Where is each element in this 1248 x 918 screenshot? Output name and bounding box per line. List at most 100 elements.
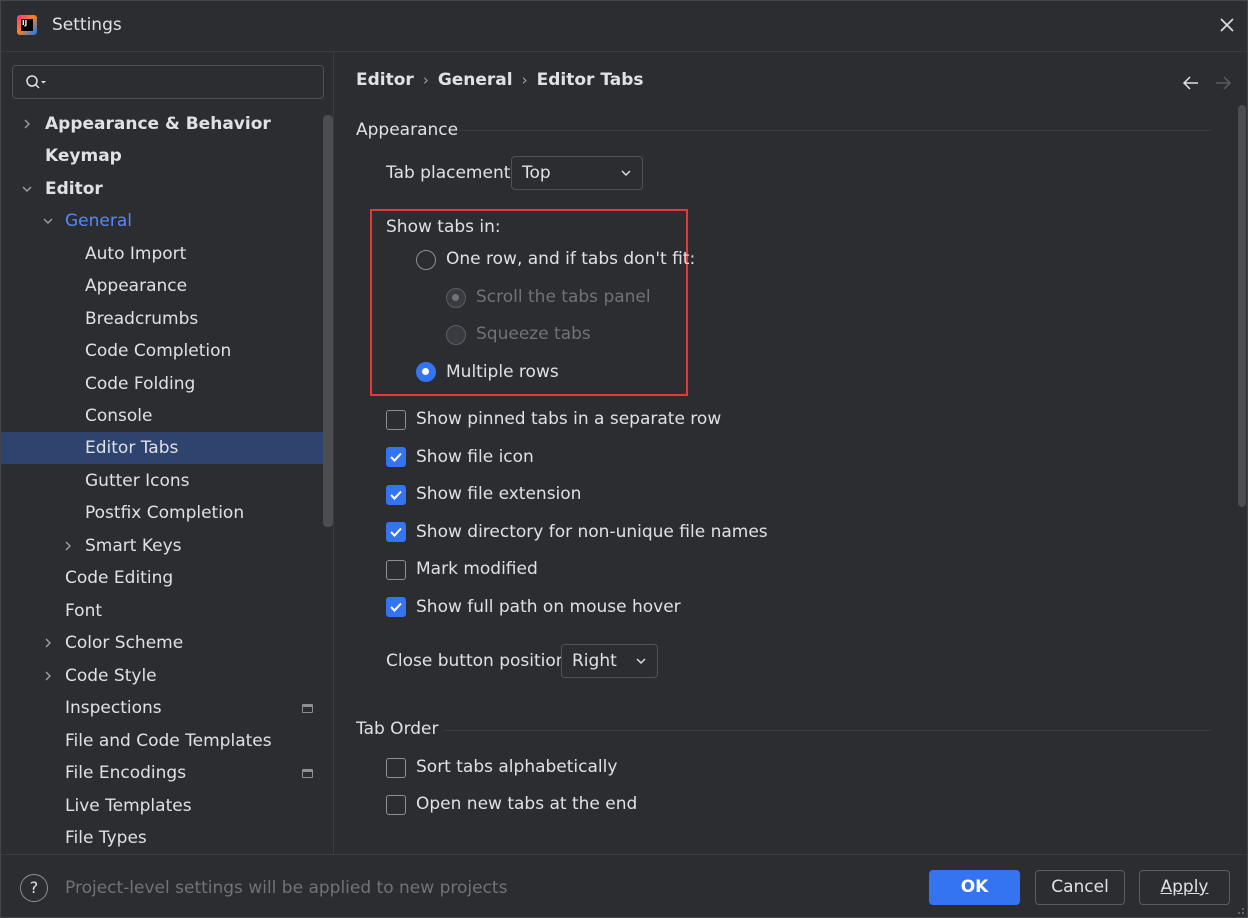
settings-tree: Appearance & Behavior Keymap Editor Gene… [1, 107, 333, 853]
tree-scrollbar[interactable] [323, 115, 333, 527]
tree-item-code-completion[interactable]: Code Completion [1, 335, 333, 367]
tree-item-label: Code Folding [85, 374, 196, 394]
appearance-section-title: Appearance [356, 120, 459, 140]
chevron-down-icon[interactable] [42, 215, 54, 227]
back-arrow-icon[interactable] [1182, 75, 1200, 91]
checkbox-label[interactable]: Sort tabs alphabetically [416, 757, 617, 777]
breadcrumb-item[interactable]: General [438, 70, 513, 90]
chevron-down-icon [621, 170, 631, 176]
chevron-right-icon[interactable] [42, 637, 54, 649]
tree-item-keymap[interactable]: Keymap [1, 140, 333, 172]
tree-item-label: Inspections [65, 698, 162, 718]
cancel-button[interactable]: Cancel [1035, 870, 1125, 905]
tree-item-file-types[interactable]: File Types [1, 822, 333, 853]
tree-item-code-style[interactable]: Code Style [1, 660, 333, 692]
checkbox-show-file-icon[interactable] [386, 447, 406, 467]
show-tabs-in-label: Show tabs in: [386, 217, 501, 237]
tree-item-file-encodings[interactable]: File Encodings [1, 757, 333, 789]
section-divider [443, 730, 1211, 731]
checkbox-label[interactable]: Show pinned tabs in a separate row [416, 409, 721, 429]
chevron-down-icon [636, 658, 646, 664]
checkmark-icon [390, 602, 402, 612]
tree-item-label: Code Style [65, 666, 157, 686]
checkbox-show-directory[interactable] [386, 522, 406, 542]
chevron-right-icon[interactable] [21, 118, 33, 130]
checkbox-label[interactable]: Show full path on mouse hover [416, 597, 681, 617]
chevron-down-icon[interactable] [21, 183, 33, 195]
tree-item-editor-tabs[interactable]: Editor Tabs [1, 432, 333, 464]
chevron-right-icon[interactable] [42, 670, 54, 682]
checkbox-pinned-tabs-separate-row[interactable] [386, 410, 406, 430]
ok-button[interactable]: OK [929, 870, 1020, 905]
resize-grip-icon[interactable] [1233, 903, 1245, 915]
checkbox-label[interactable]: Show file icon [416, 447, 534, 467]
help-icon[interactable]: ? [20, 874, 48, 902]
chevron-right-icon[interactable] [62, 540, 74, 552]
title-bar: IJ Settings [1, 1, 1247, 52]
tree-item-postfix-completion[interactable]: Postfix Completion [1, 497, 333, 529]
checkbox-label[interactable]: Show file extension [416, 484, 581, 504]
search-icon [26, 75, 46, 89]
tree-item-label: Appearance [85, 276, 188, 296]
tree-item-editor[interactable]: Editor [1, 173, 333, 205]
window-title: Settings [52, 15, 122, 35]
tab-placement-dropdown[interactable]: Top [511, 156, 643, 190]
settings-window: IJ Settings Appearance & Behavior Keymap… [0, 0, 1248, 918]
close-icon[interactable] [1215, 13, 1239, 37]
breadcrumb: Editor › General › Editor Tabs [356, 70, 644, 90]
radio-multiple-rows[interactable] [416, 362, 436, 382]
tree-item-appearance[interactable]: Appearance [1, 270, 333, 302]
tree-item-font[interactable]: Font [1, 595, 333, 627]
tree-item-smart-keys[interactable]: Smart Keys [1, 530, 333, 562]
close-button-position-dropdown[interactable]: Right [561, 644, 658, 678]
checkbox-label[interactable]: Show directory for non-unique file names [416, 522, 768, 542]
tree-item-general[interactable]: General [1, 205, 333, 237]
checkbox-open-new-tabs-end[interactable] [386, 795, 406, 815]
forward-arrow-icon[interactable] [1214, 75, 1232, 91]
search-input[interactable] [55, 71, 319, 95]
tree-item-color-scheme[interactable]: Color Scheme [1, 627, 333, 659]
tree-item-label: Code Completion [85, 341, 232, 361]
footer-divider [1, 854, 1247, 855]
tree-item-label: Postfix Completion [85, 503, 245, 523]
tree-item-file-code-templates[interactable]: File and Code Templates [1, 725, 333, 757]
section-divider [459, 130, 1211, 131]
checkbox-label[interactable]: Open new tabs at the end [416, 794, 637, 814]
panel-divider[interactable] [333, 52, 334, 854]
radio-scroll-tabs-panel [446, 288, 466, 308]
radio-one-row[interactable] [416, 250, 436, 270]
tree-item-inspections[interactable]: Inspections [1, 692, 333, 724]
tree-item-console[interactable]: Console [1, 400, 333, 432]
checkbox-mark-modified[interactable] [386, 560, 406, 580]
tree-item-gutter-icons[interactable]: Gutter Icons [1, 465, 333, 497]
tree-item-auto-import[interactable]: Auto Import [1, 238, 333, 270]
apply-button[interactable]: Apply [1139, 870, 1230, 905]
tree-item-label: Keymap [45, 146, 122, 166]
footer-note: Project-level settings will be applied t… [65, 878, 508, 898]
checkmark-icon [390, 490, 402, 500]
tree-item-label: File Encodings [65, 763, 187, 783]
checkbox-show-file-extension[interactable] [386, 485, 406, 505]
tree-item-code-editing[interactable]: Code Editing [1, 562, 333, 594]
checkbox-label[interactable]: Mark modified [416, 559, 538, 579]
radio-one-row-label[interactable]: One row, and if tabs don't fit: [446, 249, 695, 269]
tree-item-label: Breadcrumbs [85, 309, 199, 329]
radio-scroll-tabs-panel-label: Scroll the tabs panel [476, 287, 651, 307]
tree-item-label: General [65, 211, 132, 231]
tree-item-label: Smart Keys [85, 536, 182, 556]
settings-search[interactable] [12, 65, 324, 99]
tree-item-label: File and Code Templates [65, 731, 272, 751]
content-scrollbar[interactable] [1238, 105, 1246, 507]
tree-item-code-folding[interactable]: Code Folding [1, 368, 333, 400]
tree-item-appearance-behavior[interactable]: Appearance & Behavior [1, 108, 333, 140]
tab-placement-label: Tab placement: [386, 163, 517, 183]
breadcrumb-item: Editor Tabs [536, 70, 644, 90]
checkbox-show-full-path[interactable] [386, 597, 406, 617]
radio-multiple-rows-label[interactable]: Multiple rows [446, 362, 559, 382]
close-button-position-label: Close button position: [386, 651, 573, 671]
tree-item-label: Color Scheme [65, 633, 184, 653]
breadcrumb-item[interactable]: Editor [356, 70, 414, 90]
checkbox-sort-tabs-alphabetically[interactable] [386, 758, 406, 778]
tree-item-live-templates[interactable]: Live Templates [1, 790, 333, 822]
tree-item-breadcrumbs[interactable]: Breadcrumbs [1, 303, 333, 335]
